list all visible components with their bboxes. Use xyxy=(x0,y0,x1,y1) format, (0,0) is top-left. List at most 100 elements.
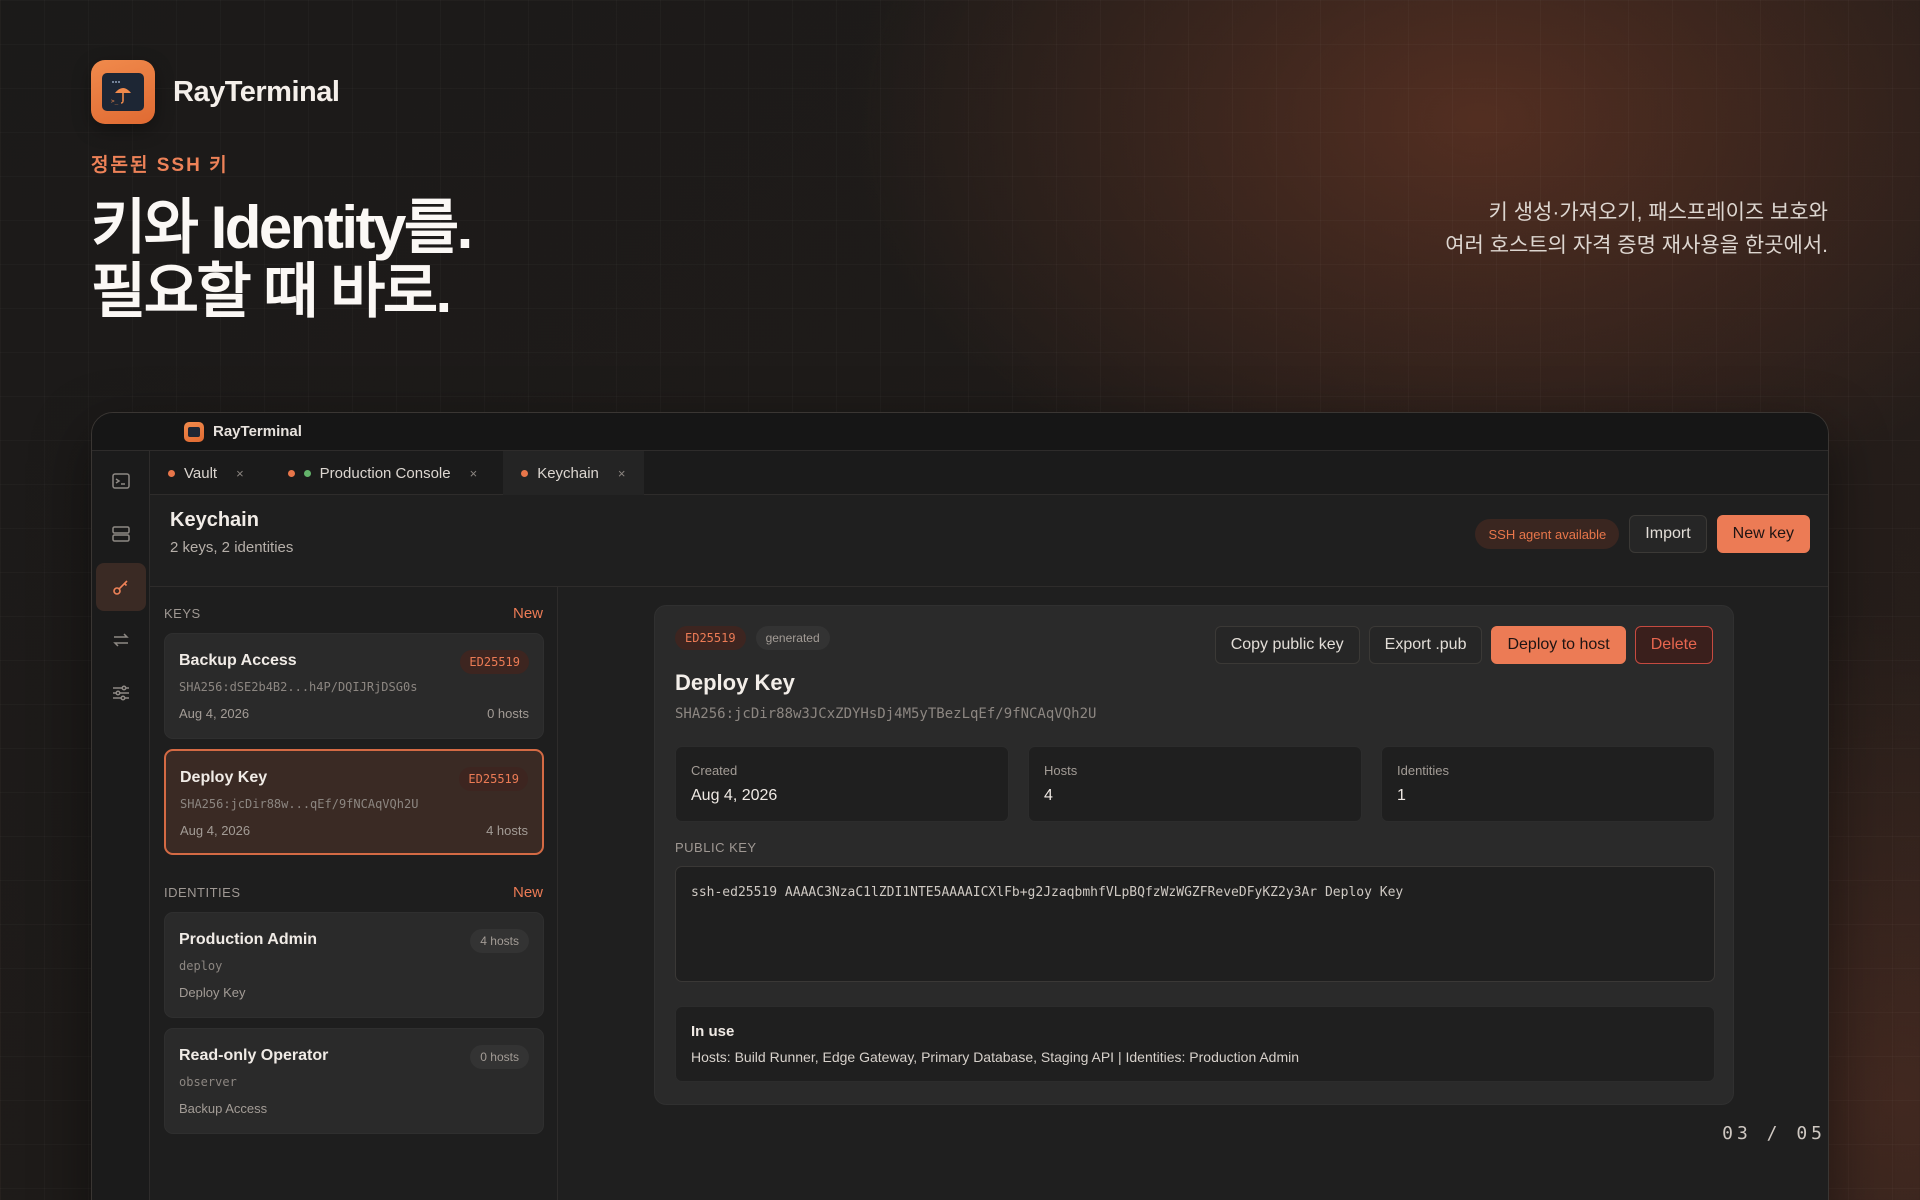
tab-label: Production Console xyxy=(319,464,451,482)
stat-label: Created xyxy=(691,763,738,778)
close-icon[interactable]: × xyxy=(470,466,478,481)
detail-actions: Copy public key Export .pub Deploy to ho… xyxy=(1214,626,1713,664)
key-type-badge: ED25519 xyxy=(675,626,746,650)
public-key-label: PUBLIC KEY xyxy=(675,840,757,855)
sliders-icon xyxy=(113,685,129,701)
public-key-text: ssh-ed25519 AAAAC3NzaC1lZDI1NTE5AAAAICXl… xyxy=(691,885,1404,900)
stat-value: Aug 4, 2026 xyxy=(691,787,778,804)
detail-title: Deploy Key xyxy=(675,670,795,695)
tab-bar: Vault × Production Console × Keychain × xyxy=(150,451,1828,495)
tagline-line-2: 여러 호스트의 자격 증명 재사용을 한곳에서. xyxy=(1445,234,1828,257)
tagline-line-1: 키 생성·가져오기, 패스프레이즈 보호와 xyxy=(1488,201,1828,224)
rail-hosts-button[interactable] xyxy=(96,510,146,558)
in-use-panel: In use Hosts: Build Runner, Edge Gateway… xyxy=(675,1006,1715,1082)
ssh-agent-status-badge: SSH agent available xyxy=(1475,519,1620,549)
identity-name: Read-only Operator xyxy=(179,1047,329,1064)
keys-section-header: KEYS New xyxy=(164,605,543,622)
app-mini-logo-icon xyxy=(184,421,204,442)
key-type-badge: ED25519 xyxy=(459,767,528,791)
identities-section-label: IDENTITIES xyxy=(164,885,241,900)
detail-badges: ED25519 generated xyxy=(675,626,830,650)
main-panel: Keychain 2 keys, 2 identities SSH agent … xyxy=(150,495,1828,1200)
tab-status-dot xyxy=(521,469,529,477)
in-use-title: In use xyxy=(691,1023,735,1040)
new-key-button[interactable]: New key xyxy=(1716,515,1810,553)
transfer-icon xyxy=(113,633,129,647)
server-icon xyxy=(112,526,130,542)
key-detail-panel: ED25519 generated Copy public key Export… xyxy=(654,605,1734,1105)
close-icon[interactable]: × xyxy=(618,466,626,481)
connection-dot xyxy=(303,469,311,477)
headline-line-1: 키와 Identity를. xyxy=(91,194,473,261)
rail-terminal-button[interactable] xyxy=(96,457,146,505)
tab-status-dot xyxy=(287,469,295,477)
public-key-field[interactable]: ssh-ed25519 AAAAC3NzaC1lZDI1NTE5AAAAICXl… xyxy=(675,866,1715,982)
copy-public-key-button[interactable]: Copy public key xyxy=(1214,626,1360,664)
tab-production-console[interactable]: Production Console × xyxy=(262,451,496,495)
eyebrow: 정돈된 SSH 키 xyxy=(91,155,229,176)
stat-value: 1 xyxy=(1397,787,1406,804)
delete-key-button[interactable]: Delete xyxy=(1634,626,1713,664)
tab-label: Keychain xyxy=(537,464,599,482)
identity-card-read-only-operator[interactable]: Read-only Operator 0 hosts observer Back… xyxy=(164,1028,544,1134)
brand: >_ RayTerminal xyxy=(91,60,340,124)
keys-section-label: KEYS xyxy=(164,606,201,621)
identity-card-production-admin[interactable]: Production Admin 4 hosts deploy Deploy K… xyxy=(164,912,544,1018)
export-pub-button[interactable]: Export .pub xyxy=(1368,626,1483,664)
close-icon[interactable]: × xyxy=(236,466,244,481)
identity-key-name: Deploy Key xyxy=(179,985,246,1000)
key-type-badge: ED25519 xyxy=(460,650,529,674)
nav-rail xyxy=(92,451,150,1200)
page-title: Keychain xyxy=(170,509,259,531)
svg-text:>_: >_ xyxy=(111,98,119,105)
title-bar: RayTerminal xyxy=(92,413,1828,451)
tab-status-dot xyxy=(168,469,175,477)
key-icon xyxy=(113,580,128,595)
rail-transfer-button[interactable] xyxy=(96,616,146,664)
tab-vault[interactable]: Vault × xyxy=(150,451,262,495)
key-name: Deploy Key xyxy=(180,769,268,786)
page-header: Keychain 2 keys, 2 identities SSH agent … xyxy=(150,495,1828,587)
header-actions: SSH agent available Import New key xyxy=(1475,515,1810,553)
key-name: Backup Access xyxy=(179,652,297,669)
key-origin-badge: generated xyxy=(755,626,830,650)
identity-username: observer xyxy=(179,1075,237,1089)
identity-hosts-badge: 0 hosts xyxy=(470,1045,529,1069)
headline: 키와 Identity를. 필요할 때 바로. xyxy=(91,194,473,325)
identity-hosts-badge: 4 hosts xyxy=(470,929,529,953)
new-identity-link[interactable]: New xyxy=(513,884,543,901)
key-host-count: 4 hosts xyxy=(486,823,528,838)
tab-keychain[interactable]: Keychain × xyxy=(503,451,644,495)
identity-name: Production Admin xyxy=(179,931,318,948)
deploy-to-host-button[interactable]: Deploy to host xyxy=(1491,626,1626,664)
stat-identities: Identities 1 xyxy=(1381,746,1715,822)
identity-username: deploy xyxy=(179,959,223,973)
import-button[interactable]: Import xyxy=(1629,515,1707,553)
key-date: Aug 4, 2026 xyxy=(179,706,250,721)
brand-name: RayTerminal xyxy=(173,75,340,108)
identities-section-header: IDENTITIES New xyxy=(164,884,543,901)
key-card-deploy-key[interactable]: Deploy Key ED25519 SHA256:jcDir88w...qEf… xyxy=(164,749,544,855)
app-logo-icon: >_ xyxy=(91,60,155,124)
key-host-count: 0 hosts xyxy=(487,706,529,721)
key-date: Aug 4, 2026 xyxy=(180,823,251,838)
terminal-icon xyxy=(112,473,130,489)
identity-key-name: Backup Access xyxy=(179,1101,268,1116)
app-window: RayTerminal Vault × Production Console × xyxy=(91,412,1829,1200)
headline-line-2: 필요할 때 바로. xyxy=(91,258,452,325)
rail-keychain-button[interactable] xyxy=(96,563,146,611)
tab-label: Vault xyxy=(184,464,218,482)
page-subtitle: 2 keys, 2 identities xyxy=(170,539,294,556)
slide-page-number: 03 / 05 xyxy=(1722,1123,1826,1144)
stat-value: 4 xyxy=(1044,787,1053,804)
key-fingerprint: SHA256:jcDir88w...qEf/9fNCAqVQh2U xyxy=(180,797,419,811)
key-fingerprint: SHA256:dSE2b4B2...h4P/DQIJRjDSG0s xyxy=(179,680,418,694)
tagline: 키 생성·가져오기, 패스프레이즈 보호와 여러 호스트의 자격 증명 재사용을… xyxy=(1445,196,1828,262)
rail-settings-button[interactable] xyxy=(96,669,146,717)
new-key-link[interactable]: New xyxy=(513,605,543,622)
detail-fingerprint: SHA256:jcDir88w3JCxZDYHsDj4M5yTBezLqEf/9… xyxy=(675,706,1097,722)
stat-created: Created Aug 4, 2026 xyxy=(675,746,1009,822)
window-title: RayTerminal xyxy=(213,423,302,440)
key-card-backup-access[interactable]: Backup Access ED25519 SHA256:dSE2b4B2...… xyxy=(164,633,544,739)
stat-label: Identities xyxy=(1397,763,1450,778)
